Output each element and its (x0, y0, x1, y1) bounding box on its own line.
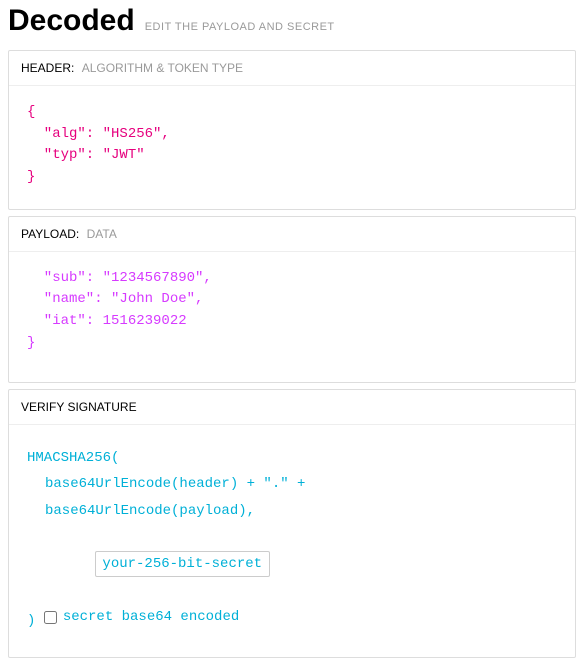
verify-label: VERIFY SIGNATURE (21, 400, 137, 414)
page-title: Decoded (8, 4, 135, 38)
verify-line-2: base64UrlEncode(payload), (27, 498, 557, 525)
payload-line: "sub": "1234567890", (27, 270, 212, 286)
verify-panel-header: VERIFY SIGNATURE (9, 390, 575, 425)
header-hint: ALGORITHM & TOKEN TYPE (82, 61, 243, 75)
payload-panel-header: PAYLOAD: DATA (9, 217, 575, 252)
verify-line-1: base64UrlEncode(header) + "." + (27, 471, 557, 498)
secret-base64-checkbox[interactable] (44, 611, 57, 624)
secret-input[interactable] (95, 551, 270, 577)
payload-code[interactable]: "sub": "1234567890", "name": "John Doe",… (9, 252, 575, 382)
title-row: Decoded EDIT THE PAYLOAD AND SECRET (8, 0, 576, 50)
verify-fn-close-row: ) secret base64 encoded (27, 604, 557, 634)
header-code[interactable]: { "alg": "HS256", "typ": "JWT" } (9, 86, 575, 209)
payload-line: "name": "John Doe", (27, 291, 203, 307)
payload-label: PAYLOAD: (21, 227, 79, 241)
secret-base64-label: secret base64 encoded (63, 604, 239, 631)
payload-hint: DATA (87, 227, 117, 241)
payload-close: } (27, 335, 35, 351)
verify-panel: VERIFY SIGNATURE HMACSHA256( base64UrlEn… (8, 389, 576, 658)
verify-body: HMACSHA256( base64UrlEncode(header) + ".… (9, 425, 575, 657)
verify-secret-row (27, 525, 557, 605)
payload-panel: PAYLOAD: DATA "sub": "1234567890", "name… (8, 216, 576, 383)
header-panel: HEADER: ALGORITHM & TOKEN TYPE { "alg": … (8, 50, 576, 210)
page-subtitle: EDIT THE PAYLOAD AND SECRET (145, 21, 335, 33)
verify-fn-open: HMACSHA256( (27, 445, 557, 472)
header-label: HEADER: (21, 61, 74, 75)
secret-base64-row: secret base64 encoded (44, 604, 239, 631)
payload-line: "iat": 1516239022 (27, 313, 187, 329)
header-panel-header: HEADER: ALGORITHM & TOKEN TYPE (9, 51, 575, 86)
